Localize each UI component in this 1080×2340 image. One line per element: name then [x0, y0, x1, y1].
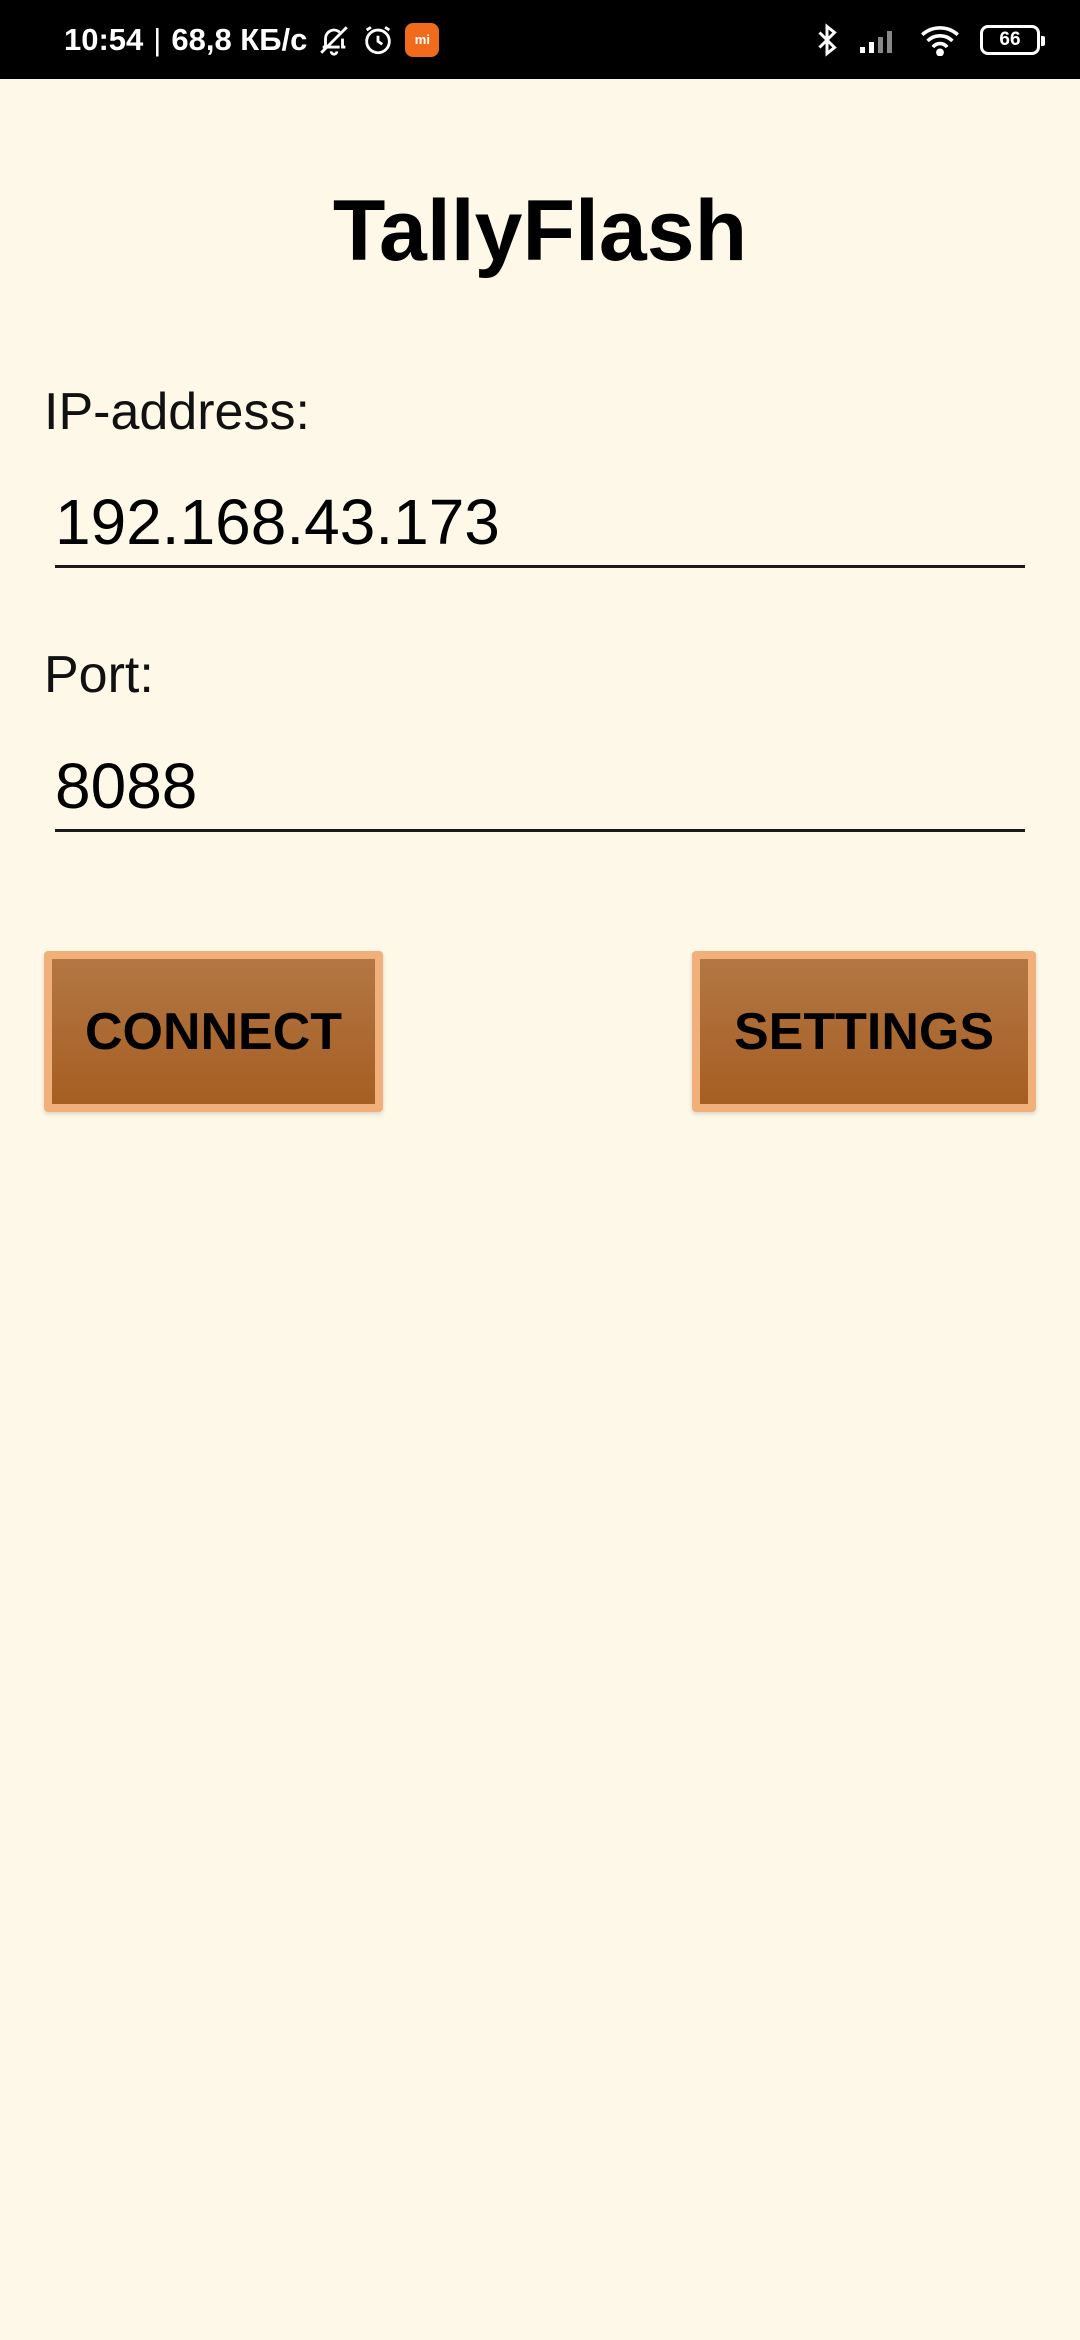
mi-app-icon: mi — [405, 22, 440, 57]
status-left: 10:54 | 68,8 КБ/с mi — [64, 0, 440, 79]
settings-button[interactable]: SETTINGS — [692, 951, 1036, 1112]
alarm-icon — [361, 23, 395, 57]
status-bar: 10:54 | 68,8 КБ/с mi 66 — [0, 0, 1080, 79]
port-input[interactable] — [55, 742, 1025, 832]
signal-icon — [858, 25, 900, 55]
battery-level: 66 — [999, 28, 1021, 50]
ip-address-label: IP-address: — [44, 383, 310, 441]
port-label: Port: — [44, 646, 154, 704]
bluetooth-icon — [814, 22, 840, 58]
bell-off-icon — [317, 23, 351, 57]
clock: 10:54 — [64, 21, 144, 57]
ip-address-input[interactable] — [55, 478, 1025, 568]
status-right: 66 — [814, 0, 1045, 79]
network-speed: 68,8 КБ/с — [171, 21, 308, 57]
app-title: TallyFlash — [332, 183, 748, 279]
wifi-icon — [918, 24, 962, 56]
status-separator: | — [153, 21, 162, 57]
battery-icon: 66 — [980, 24, 1045, 55]
connect-button[interactable]: CONNECT — [44, 951, 383, 1112]
